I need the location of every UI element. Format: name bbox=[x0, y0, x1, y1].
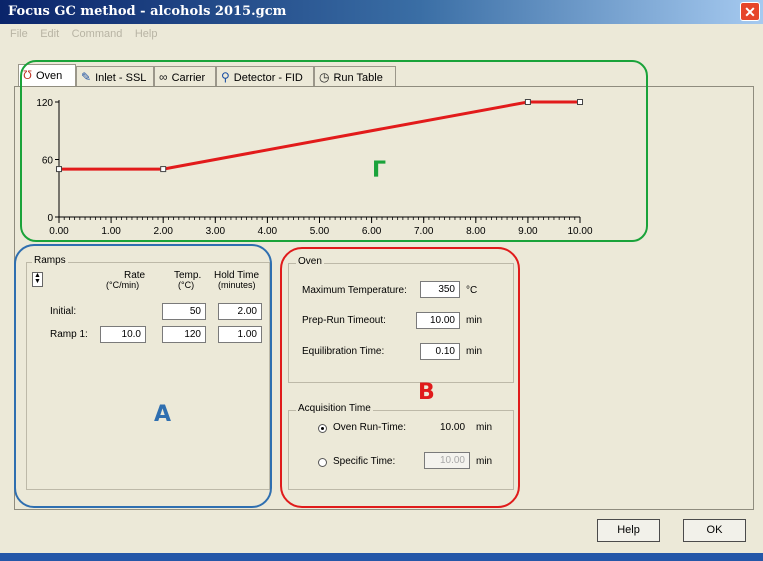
title-bar: Focus GC method - alcohols 2015.gcm ✕ bbox=[0, 0, 763, 24]
menu-command[interactable]: Command bbox=[72, 28, 123, 40]
menu-edit[interactable]: Edit bbox=[40, 28, 59, 40]
ok-button[interactable]: OK bbox=[683, 519, 746, 542]
annotation-label-b: B bbox=[418, 380, 435, 405]
close-button[interactable]: ✕ bbox=[740, 2, 760, 21]
annotation-box-b bbox=[280, 247, 520, 508]
annotation-label-gamma: Γ bbox=[372, 158, 387, 183]
annotation-label-a: A bbox=[154, 402, 172, 427]
bottom-edge bbox=[0, 553, 763, 561]
menu-bar: File Edit Command Help bbox=[0, 24, 763, 44]
menu-help[interactable]: Help bbox=[135, 28, 158, 40]
window-title: Focus GC method - alcohols 2015.gcm bbox=[8, 4, 287, 19]
annotation-box-gamma bbox=[20, 60, 648, 242]
help-button[interactable]: Help bbox=[597, 519, 660, 542]
gc-method-window: Focus GC method - alcohols 2015.gcm ✕ Fi… bbox=[0, 0, 763, 561]
annotation-box-a bbox=[14, 244, 272, 508]
menu-file[interactable]: File bbox=[10, 28, 28, 40]
